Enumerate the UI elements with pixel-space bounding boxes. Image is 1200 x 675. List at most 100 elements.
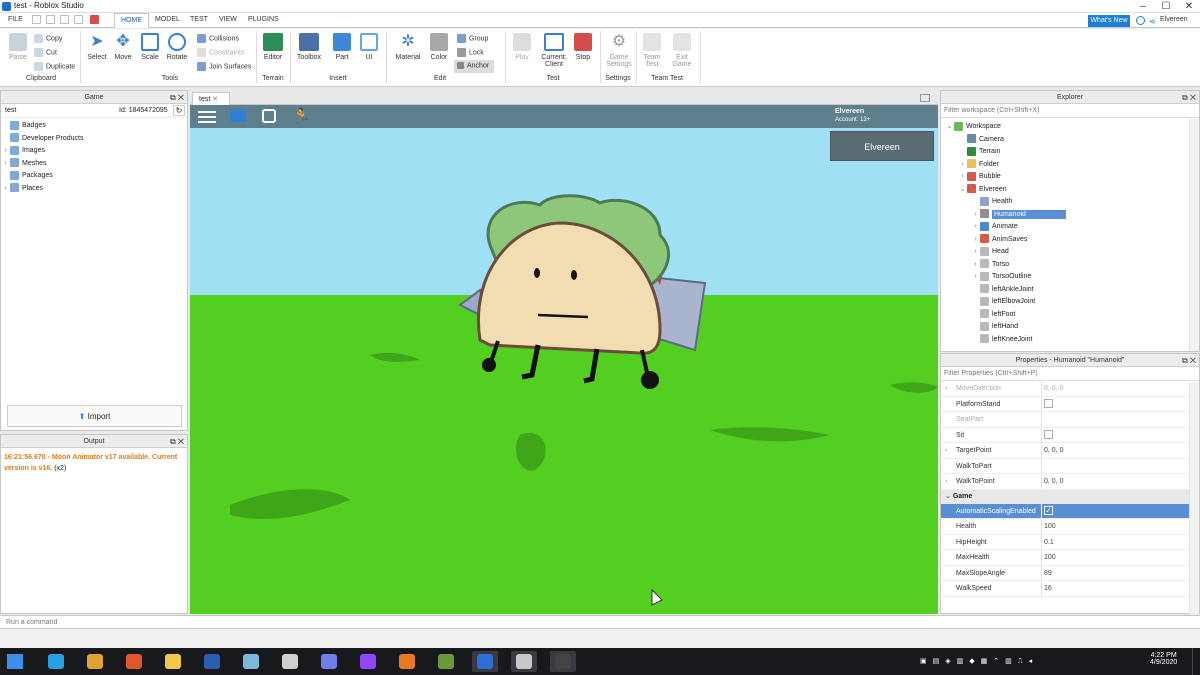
expand-arrow-icon[interactable]: › bbox=[971, 234, 980, 247]
explorer-item-camera[interactable]: Camera bbox=[941, 134, 1199, 147]
player-list-button[interactable]: Elvereen bbox=[830, 131, 934, 161]
chrome-icon[interactable] bbox=[82, 651, 108, 672]
collisions-button[interactable]: Collisions bbox=[197, 34, 239, 43]
current-client-button[interactable]: Current: Client bbox=[538, 33, 570, 68]
expand-arrow-icon[interactable]: › bbox=[958, 159, 967, 172]
expand-arrow-icon[interactable]: › bbox=[971, 259, 980, 272]
games-icon[interactable] bbox=[277, 651, 303, 672]
firefox-icon[interactable] bbox=[121, 651, 147, 672]
twitch-icon[interactable] bbox=[355, 651, 381, 672]
game-item-developer-products[interactable]: Developer Products bbox=[1, 133, 187, 146]
checkbox-unchecked[interactable] bbox=[1044, 430, 1053, 440]
command-input[interactable] bbox=[6, 617, 1186, 628]
explorer-item-leftkneejoint[interactable]: leftKneeJoint bbox=[941, 334, 1199, 347]
expand-arrow-icon[interactable]: › bbox=[971, 209, 980, 222]
explorer-scrollbar[interactable] bbox=[1189, 119, 1199, 351]
explorer-item-animsaves[interactable]: › AnimSaves bbox=[941, 234, 1199, 247]
material-button[interactable]: ✲ Material bbox=[392, 33, 424, 61]
show-desktop-button[interactable] bbox=[1192, 648, 1200, 675]
property-row-movedirection[interactable]: › MoveDirection 0, 0, 0 bbox=[941, 381, 1199, 397]
property-row-seatpart[interactable]: SeatPart bbox=[941, 412, 1199, 428]
cut-button[interactable]: Cut bbox=[34, 48, 57, 57]
property-value[interactable]: 100 bbox=[1044, 519, 1056, 535]
lock-button[interactable]: Lock bbox=[457, 48, 484, 57]
property-row-maxhealth[interactable]: MaxHealth 100 bbox=[941, 550, 1199, 566]
play-icon[interactable] bbox=[74, 15, 83, 24]
game-item-badges[interactable]: Badges bbox=[1, 120, 187, 133]
discord-icon[interactable] bbox=[316, 651, 342, 672]
explorer-item-head[interactable]: › Head bbox=[941, 246, 1199, 259]
game-viewport[interactable]: 🏃 Elvereen Account: 13+ Elvereen bbox=[190, 105, 938, 614]
expand-arrow-icon[interactable]: ⌄ bbox=[958, 184, 967, 197]
fullscreen-icon[interactable] bbox=[920, 94, 930, 102]
properties-filter-input[interactable] bbox=[941, 367, 1199, 381]
tab-test[interactable]: test ✕ bbox=[192, 92, 230, 105]
panel-close-icon[interactable]: ⧉ ✕ bbox=[170, 91, 184, 104]
expand-arrow-icon[interactable]: › bbox=[1, 145, 10, 158]
obs-icon[interactable] bbox=[550, 651, 576, 672]
emote-icon[interactable]: 🏃 bbox=[292, 107, 311, 125]
duplicate-button[interactable]: Duplicate bbox=[34, 62, 75, 71]
redo-icon[interactable] bbox=[60, 15, 69, 24]
property-row-targetpoint[interactable]: › TargetPoint 0, 0, 0 bbox=[941, 443, 1199, 459]
menu-model[interactable]: MODEL bbox=[155, 16, 180, 23]
menu-view[interactable]: VIEW bbox=[219, 16, 237, 23]
panel-close-icon[interactable]: ⧉ ✕ bbox=[1182, 354, 1196, 367]
explorer-item-torsooutline[interactable]: › TorsoOutline bbox=[941, 271, 1199, 284]
expand-arrow-icon[interactable]: › bbox=[958, 171, 967, 184]
constraints-button[interactable]: Constraints bbox=[197, 48, 244, 57]
menu-file[interactable]: FILE bbox=[8, 16, 23, 23]
system-tray-icons[interactable]: ▣▤◈▥◆▦⌃▥⎍◂ bbox=[920, 657, 1038, 666]
explorer-icon[interactable] bbox=[160, 651, 186, 672]
part-button[interactable]: Part bbox=[330, 33, 354, 61]
property-value[interactable]: 100 bbox=[1044, 550, 1056, 566]
checkbox-unchecked[interactable] bbox=[1044, 399, 1053, 409]
property-row-platformstand[interactable]: PlatformStand bbox=[941, 396, 1199, 412]
notes-icon[interactable] bbox=[238, 651, 264, 672]
explorer-item-leftfoot[interactable]: leftFoot bbox=[941, 309, 1199, 322]
color-button[interactable]: Color bbox=[427, 33, 451, 61]
tab-close-icon[interactable]: ✕ bbox=[212, 96, 218, 103]
menu-home[interactable]: HOME bbox=[114, 13, 149, 28]
game-item-packages[interactable]: Packages bbox=[1, 170, 187, 183]
properties-group-game[interactable]: ⌄ Game bbox=[941, 489, 1199, 504]
word-icon[interactable] bbox=[199, 651, 225, 672]
property-value[interactable]: 0.1 bbox=[1044, 535, 1054, 551]
expand-arrow-icon[interactable]: › bbox=[971, 246, 980, 259]
group-button[interactable]: Group bbox=[457, 34, 488, 43]
exit-game-button[interactable]: Exit Game bbox=[670, 33, 694, 68]
property-row-walktopoint[interactable]: › WalkToPoint 0, 0, 0 bbox=[941, 474, 1199, 490]
property-row-health[interactable]: Health 100 bbox=[941, 519, 1199, 535]
expand-arrow-icon[interactable]: › bbox=[945, 443, 947, 459]
anchor-button[interactable]: Anchor bbox=[454, 60, 494, 73]
expand-arrow-icon[interactable]: › bbox=[945, 474, 947, 490]
property-row-automaticscalingenabled[interactable]: AutomaticScalingEnabled ✓ bbox=[941, 503, 1199, 519]
property-row-sit[interactable]: Sit bbox=[941, 427, 1199, 443]
menu-plugins[interactable]: PLUGINS bbox=[248, 16, 279, 23]
stop-button[interactable]: Stop bbox=[572, 33, 594, 61]
select-button[interactable]: ➤ Select bbox=[86, 33, 108, 61]
copy-button[interactable]: Copy bbox=[34, 34, 62, 43]
chat-icon[interactable] bbox=[230, 110, 246, 122]
panel-close-icon[interactable]: ⧉ ✕ bbox=[1182, 91, 1196, 104]
expand-arrow-icon[interactable]: › bbox=[1, 158, 10, 171]
roblox-studio-icon[interactable] bbox=[472, 651, 498, 672]
explorer-item-bubble[interactable]: › Bubble bbox=[941, 171, 1199, 184]
maximize-button[interactable]: ☐ bbox=[1155, 0, 1177, 13]
ie-icon[interactable] bbox=[43, 651, 69, 672]
scale-button[interactable]: Scale bbox=[139, 33, 161, 61]
explorer-item-terrain[interactable]: Terrain bbox=[941, 146, 1199, 159]
play-button[interactable]: Play bbox=[510, 33, 534, 61]
expand-arrow-icon[interactable]: › bbox=[971, 221, 980, 234]
clock[interactable]: 4:22 PM 4/9/2020 bbox=[1150, 652, 1177, 666]
team-test-button[interactable]: Team Test bbox=[640, 33, 664, 68]
undo-icon[interactable] bbox=[46, 15, 55, 24]
backpack-icon[interactable] bbox=[262, 109, 276, 123]
paste-button[interactable]: Paste bbox=[6, 33, 30, 61]
panel-close-icon[interactable]: ⧉ ✕ bbox=[170, 435, 184, 448]
game-item-places[interactable]: › Places bbox=[1, 183, 187, 196]
explorer-item-folder[interactable]: › Folder bbox=[941, 159, 1199, 172]
expand-arrow-icon[interactable]: › bbox=[971, 271, 980, 284]
checkbox-checked-icon[interactable]: ✓ bbox=[1044, 506, 1053, 516]
stop-icon[interactable] bbox=[90, 15, 99, 24]
